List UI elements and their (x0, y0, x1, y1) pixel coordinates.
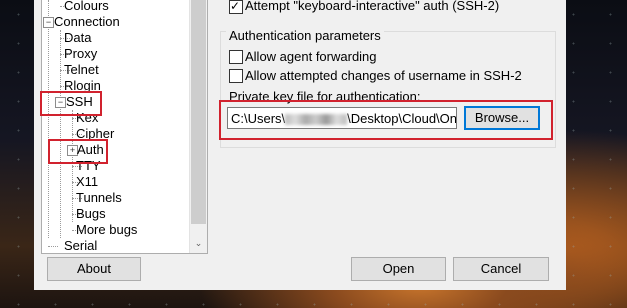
highlight-key-file (219, 100, 553, 140)
agent-forwarding-checkbox[interactable] (229, 50, 243, 64)
highlight-ssh (40, 91, 102, 116)
agent-forwarding-label[interactable]: Allow agent forwarding (245, 49, 377, 64)
auth-params-title: Authentication parameters (226, 29, 384, 43)
tree-item-connection[interactable]: Connection (54, 14, 120, 30)
keyboard-interactive-label[interactable]: Attempt "keyboard-interactive" auth (SSH… (245, 0, 499, 13)
scroll-down-icon[interactable]: ⌄ (190, 238, 207, 249)
username-changes-checkbox[interactable] (229, 69, 243, 83)
keyboard-interactive-checkbox[interactable] (229, 0, 243, 14)
tree-item-bugs[interactable]: Bugs (76, 206, 106, 222)
tree-item-x11[interactable]: X11 (76, 174, 98, 190)
tree-item-tunnels[interactable]: Tunnels (76, 190, 122, 206)
tree-item-proxy[interactable]: Proxy (64, 46, 97, 62)
username-changes-label[interactable]: Allow attempted changes of username in S… (245, 68, 522, 83)
highlight-auth (48, 139, 108, 164)
tree-line (48, 246, 58, 247)
tree-item-more-bugs[interactable]: More bugs (76, 222, 137, 238)
tree-line (60, 30, 61, 238)
scrollbar-thumb[interactable] (191, 0, 206, 224)
tree-item-serial[interactable]: Serial (64, 238, 97, 253)
tree-line (48, 0, 49, 238)
cancel-button[interactable]: Cancel (453, 257, 549, 281)
tree-item-data[interactable]: Data (64, 30, 91, 46)
collapse-icon[interactable]: − (43, 17, 54, 28)
tree-item-telnet[interactable]: Telnet (64, 62, 99, 78)
category-tree[interactable]: Colours − Connection Data Proxy Telnet R… (41, 0, 208, 254)
open-button[interactable]: Open (351, 257, 446, 281)
about-button[interactable]: About (47, 257, 141, 281)
tree-item-colours[interactable]: Colours (64, 0, 109, 14)
tree-scrollbar[interactable]: ⌄ (189, 0, 207, 253)
